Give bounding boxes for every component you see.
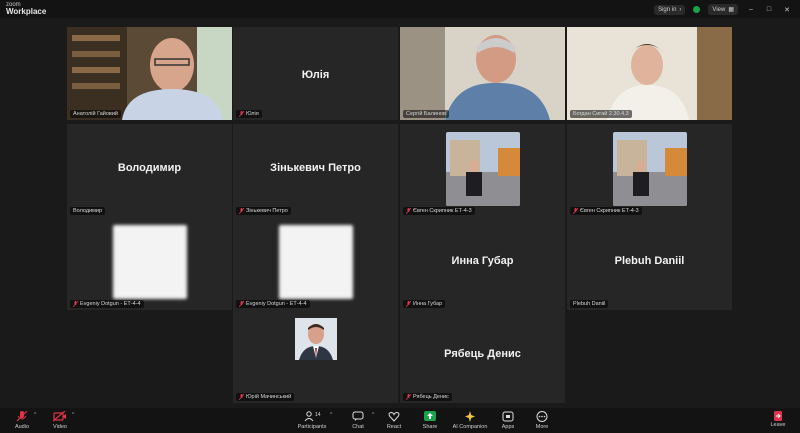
participant-tile[interactable]: Evgeniy Dotgun - ЕТ-4-4	[67, 217, 232, 310]
participant-tile[interactable]: Evgeniy Dotgun - ЕТ-4-4	[233, 217, 398, 310]
participant-name-label: Evgeniy Dotgun - ЕТ-4-4	[70, 300, 144, 308]
close-icon[interactable]: ✕	[782, 6, 792, 14]
participant-name-label: Анатолій Гайовий	[70, 110, 121, 118]
participant-name-label: Євген Скрипник ЕТ-4-3	[403, 207, 475, 215]
participant-tile[interactable]: Володимир Володимир	[67, 124, 232, 217]
share-screen-icon	[410, 411, 450, 422]
participants-icon: 14	[292, 411, 332, 422]
participant-name-label: Богдан Сигай 2.30.4.3	[570, 110, 632, 118]
participant-name-label: Юрій Мачинський	[236, 393, 295, 401]
sparkle-icon	[450, 411, 490, 422]
profile-photo	[113, 225, 187, 299]
participant-name-label: Plebuh Daniil	[570, 300, 609, 308]
participant-display-name: Зінькевич Петро	[270, 162, 361, 174]
video-label: Video	[53, 424, 67, 430]
participant-tile[interactable]: Євген Скрипник ЕТ-4-3	[567, 124, 732, 217]
participant-display-name: Юлія	[301, 69, 330, 81]
app-logo: zoom Workplace	[6, 2, 46, 16]
participants-button[interactable]: 14 Participants	[292, 411, 332, 430]
video-gallery: Анатолій Гайовий Юлія Юлія Сергій Балино…	[0, 18, 800, 408]
video-options-chevron-icon[interactable]: ^	[72, 412, 74, 418]
apps-label: Apps	[501, 424, 515, 430]
signin-label: Sign in	[658, 6, 677, 13]
security-shield-icon[interactable]	[693, 6, 701, 13]
mic-muted-icon	[73, 301, 78, 307]
participant-display-name: Володимир	[117, 162, 182, 174]
mic-muted-icon	[406, 394, 411, 400]
maximize-icon[interactable]: □	[764, 6, 774, 13]
view-label: View	[712, 6, 726, 13]
chat-label: Chat	[352, 424, 364, 430]
react-label: React	[386, 424, 402, 430]
share-label: Share	[422, 424, 438, 430]
participants-options-chevron-icon[interactable]: ^	[330, 412, 332, 418]
leave-icon	[766, 411, 790, 422]
brand-workplace: Workplace	[6, 7, 47, 16]
signin-button[interactable]: Sign in ›	[654, 4, 686, 15]
participant-tile[interactable]: Рябець Денис Рябець Денис	[400, 310, 565, 403]
leave-button[interactable]: Leave	[766, 411, 790, 428]
ai-companion-label: AI Companion	[452, 424, 488, 430]
signin-chevron-icon: ›	[679, 6, 682, 13]
minimize-icon[interactable]: –	[746, 6, 756, 13]
participant-display-name: Plebuh Daniil	[614, 255, 685, 267]
participant-tile[interactable]: Сергій Балинов	[400, 27, 565, 120]
mic-muted-icon	[573, 208, 578, 214]
audio-label: Audio	[14, 424, 30, 430]
share-button[interactable]: Share	[410, 411, 450, 430]
participant-display-name: Инна Губар	[451, 255, 514, 267]
audio-options-chevron-icon[interactable]: ^	[34, 412, 36, 418]
more-button[interactable]: More	[522, 411, 562, 430]
participant-name-label: Зінькевич Петро	[236, 207, 291, 215]
profile-photo	[446, 132, 520, 206]
participant-name-label: Євген Скрипник ЕТ-4-3	[570, 207, 642, 215]
participant-tile[interactable]: Євген Скрипник ЕТ-4-3	[400, 124, 565, 217]
participant-tile[interactable]: Plebuh Daniil Plebuh Daniil	[567, 217, 732, 310]
mic-muted-icon	[239, 208, 244, 214]
view-button[interactable]: View ▦	[708, 4, 738, 15]
heart-icon	[374, 411, 414, 422]
participant-video	[400, 27, 565, 120]
react-button[interactable]: React	[374, 411, 414, 430]
leave-label: Leave	[770, 422, 786, 428]
participant-tile[interactable]: Зінькевич Петро Зінькевич Петро	[233, 124, 398, 217]
more-label: More	[535, 424, 549, 430]
mic-muted-icon	[239, 111, 244, 117]
more-dots-icon	[522, 411, 562, 422]
profile-photo	[279, 225, 353, 299]
participant-video	[67, 27, 232, 120]
participant-name-label: Юлія	[236, 110, 262, 118]
ai-companion-button[interactable]: AI Companion	[450, 411, 490, 430]
participants-count: 14	[315, 412, 321, 418]
participant-name-label: Рябець Денис	[403, 393, 452, 401]
participant-tile[interactable]: Юрій Мачинський	[233, 310, 398, 403]
mic-muted-icon	[239, 394, 244, 400]
participant-tile[interactable]: Инна Губар Инна Губар	[400, 217, 565, 310]
participant-name-label: Сергій Балинов	[403, 110, 449, 118]
participant-tile[interactable]: Юлія Юлія	[233, 27, 398, 120]
mic-muted-icon	[406, 208, 411, 214]
participants-label: Participants	[297, 424, 327, 430]
title-bar: zoom Workplace Sign in › View ▦ – □ ✕	[0, 0, 800, 18]
participant-name-label: Инна Губар	[403, 300, 446, 308]
profile-photo	[613, 132, 687, 206]
grid-icon: ▦	[728, 7, 734, 13]
participant-display-name: Рябець Денис	[444, 348, 521, 360]
mic-muted-icon	[406, 301, 411, 307]
participant-name-label: Володимир	[70, 207, 106, 215]
participant-name-label: Evgeniy Dotgun - ЕТ-4-4	[236, 300, 310, 308]
participant-video	[567, 27, 732, 120]
meeting-toolbar: Audio ^ Video ^ 14 Participants ^ Chat ^…	[0, 408, 800, 433]
mic-muted-icon	[239, 301, 244, 307]
participant-tile[interactable]: Анатолій Гайовий	[67, 27, 232, 120]
profile-photo	[295, 318, 337, 360]
active-speaker-tile[interactable]: Богдан Сигай 2.30.4.3	[567, 27, 732, 120]
